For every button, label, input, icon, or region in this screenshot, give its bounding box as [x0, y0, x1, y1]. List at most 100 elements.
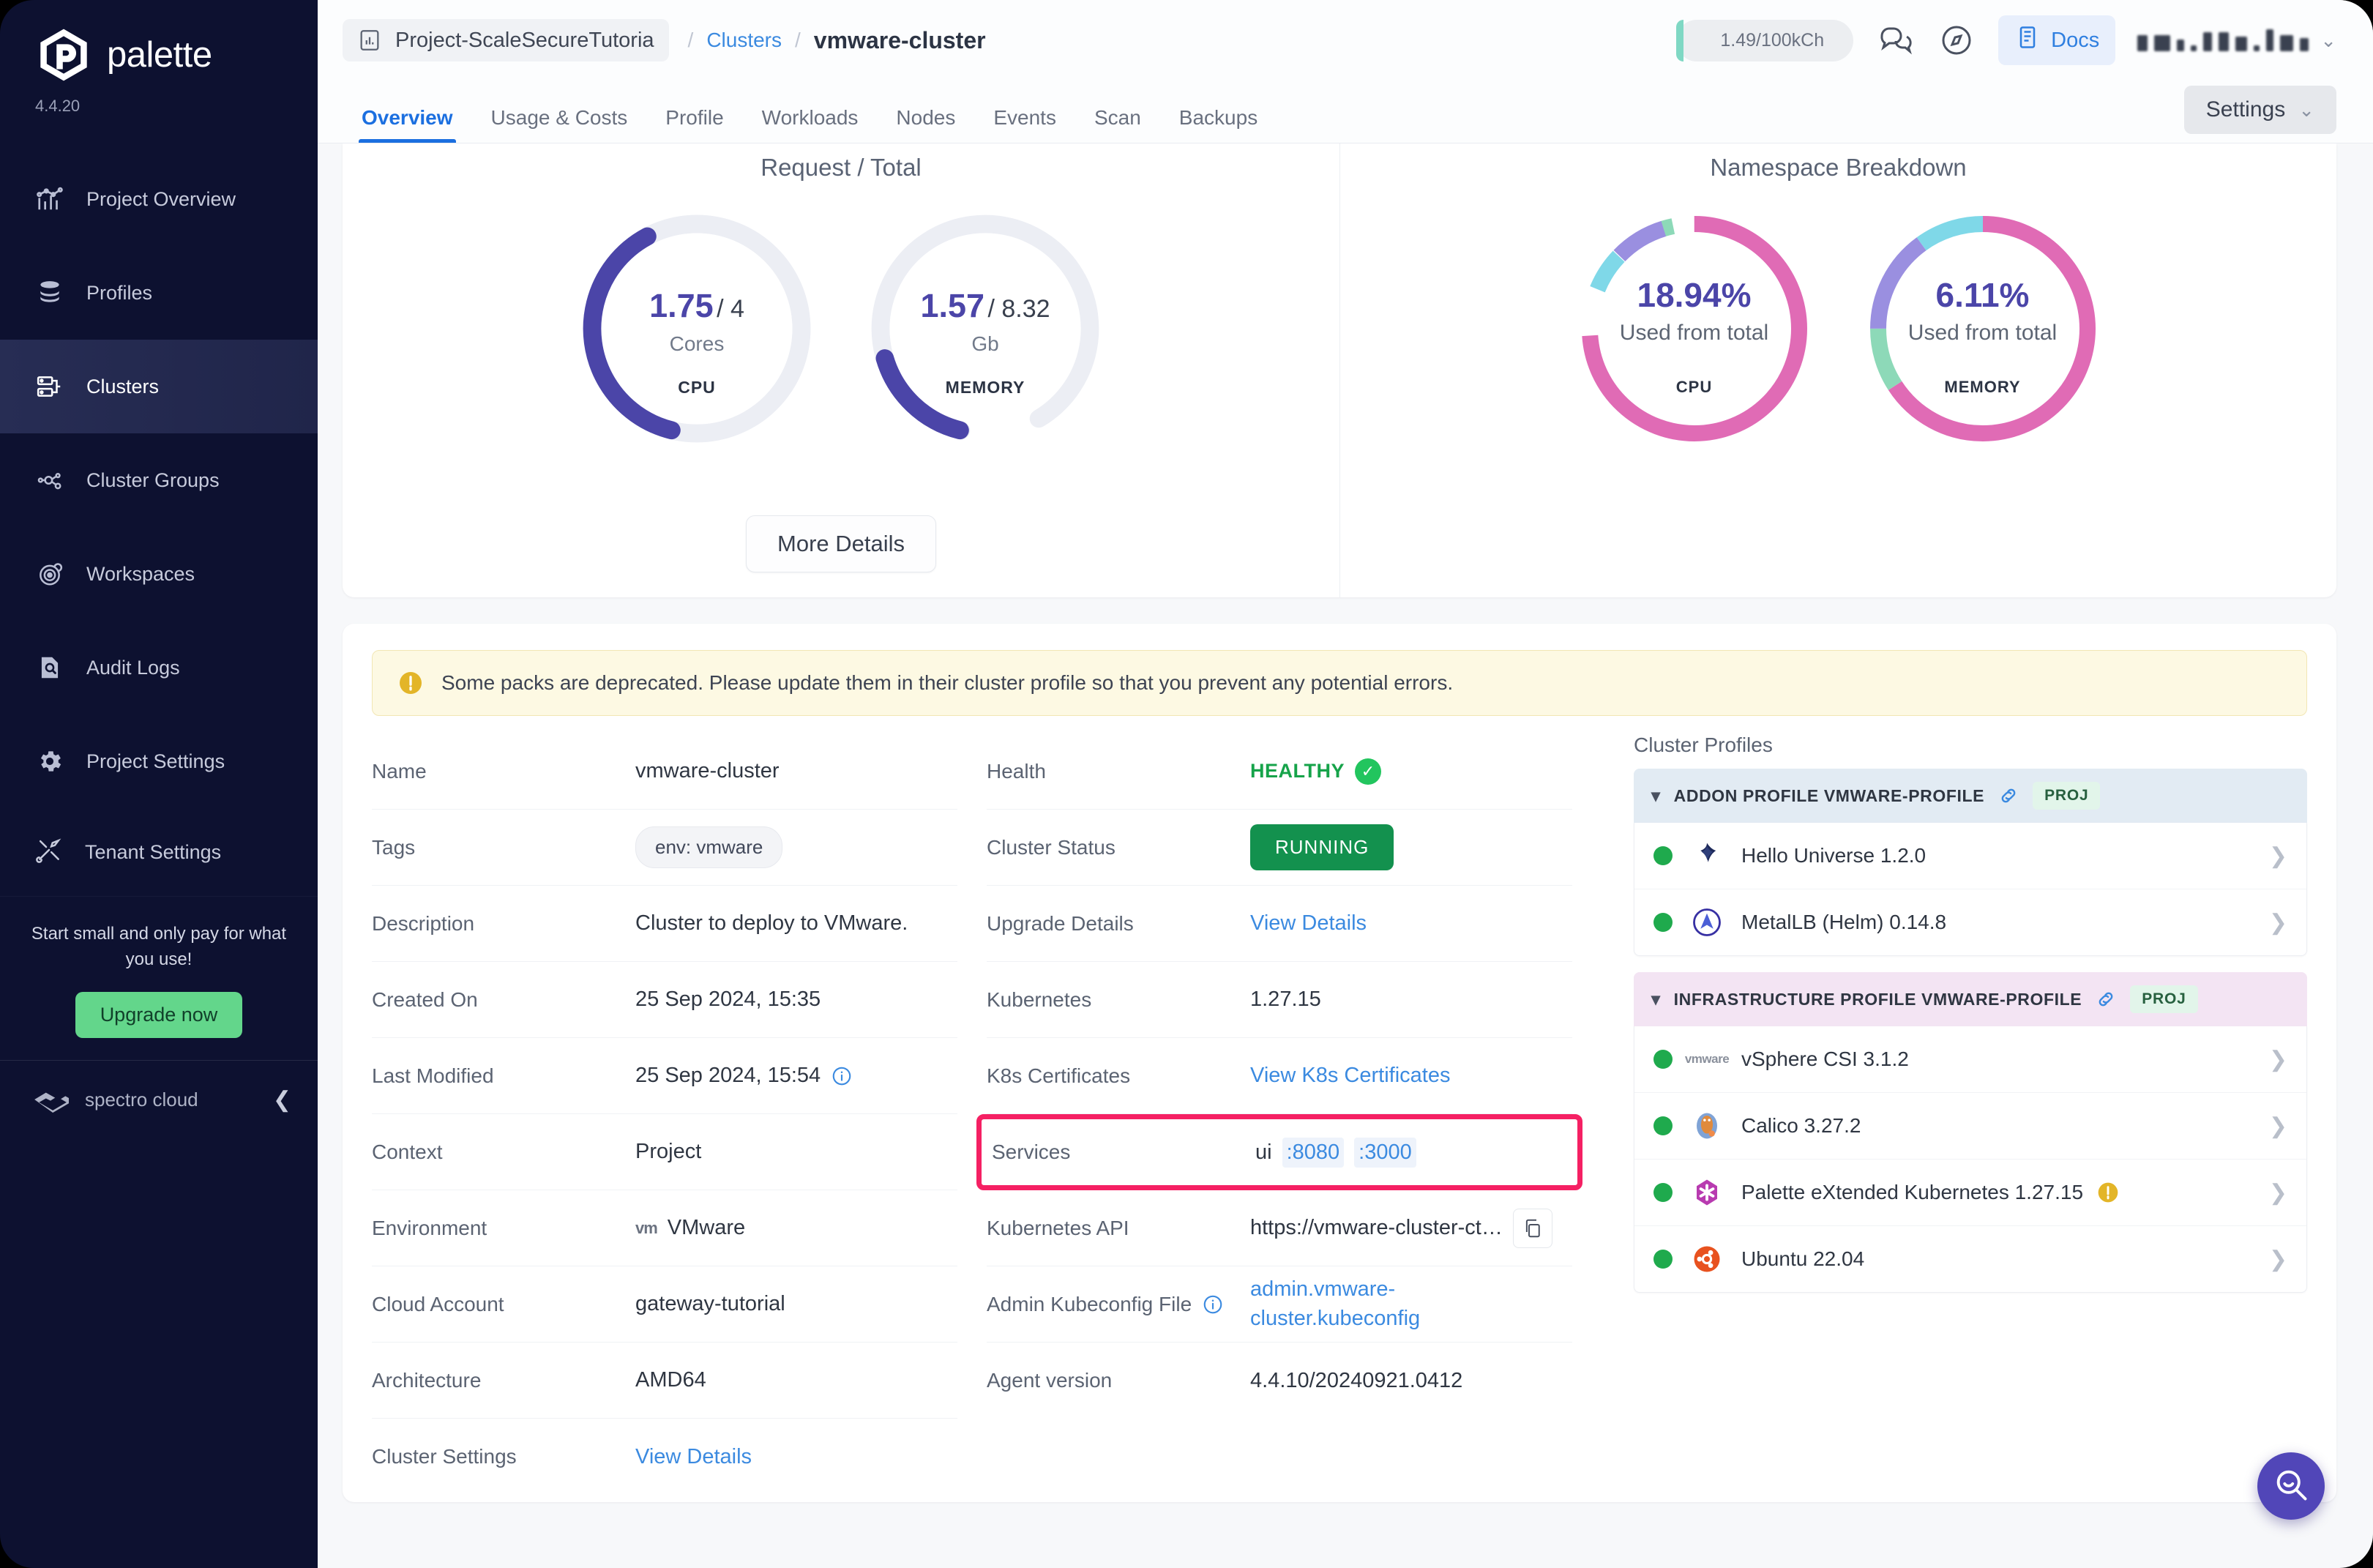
cluster-profile-group-header[interactable]: ▾ ADDON PROFILE VMWARE-PROFILE PROJ	[1634, 769, 2307, 823]
detail-row-admin-kubeconfig: Admin Kubeconfig File admin.vmware-clust…	[987, 1266, 1572, 1343]
brand-name: palette	[107, 34, 212, 75]
sidebar-item-project-overview[interactable]: Project Overview	[0, 152, 318, 246]
docs-button[interactable]: Docs	[1998, 15, 2115, 65]
cluster-profile-item[interactable]: MetalLB (Helm) 0.14.8 ❯	[1634, 889, 2306, 955]
cluster-profile-item[interactable]: Palette eXtended Kubernetes 1.27.15	[1634, 1160, 2306, 1226]
detail-key: Health	[987, 760, 1250, 783]
detail-value: 4.4.10/20240921.0412	[1250, 1369, 1462, 1393]
chevron-left-icon[interactable]: ❮	[273, 1087, 291, 1113]
cluster-profile-item[interactable]: Ubuntu 22.04 ❯	[1634, 1226, 2306, 1292]
cluster-profile-group-header[interactable]: ▾ INFRASTRUCTURE PROFILE VMWARE-PROFILE …	[1634, 972, 2307, 1026]
user-name-redacted	[2137, 29, 2309, 51]
upsell-text: Start small and only pay for what you us…	[29, 922, 288, 973]
donut-memory-value: 6.11%	[1862, 275, 2104, 315]
sidebar-item-project-settings[interactable]: Project Settings	[0, 714, 318, 808]
cluster-profile-item[interactable]: Calico 3.27.2 ❯	[1634, 1093, 2306, 1160]
view-k8s-certificates-link[interactable]: View K8s Certificates	[1250, 1064, 1450, 1088]
compass-icon[interactable]	[1937, 20, 1976, 60]
nodes-icon	[35, 466, 64, 495]
warning-text: Some packs are deprecated. Please update…	[441, 671, 1453, 695]
deprecation-warning-banner: Some packs are deprecated. Please update…	[372, 650, 2307, 716]
link-icon[interactable]	[1998, 785, 2019, 807]
brand-logo[interactable]: palette	[0, 0, 318, 83]
user-menu[interactable]: ⌄	[2137, 29, 2336, 52]
upgrade-now-button[interactable]: Upgrade now	[75, 992, 243, 1038]
tab-profile[interactable]: Profile	[646, 106, 742, 143]
donut-cpu-center: 18.94% Used from total CPU	[1574, 275, 1815, 397]
sidebar-item-audit-logs[interactable]: Audit Logs	[0, 621, 318, 714]
app-version: 4.4.20	[0, 83, 318, 116]
gauge-cpu-center: 1.75 / 4 Cores CPU	[576, 287, 818, 397]
cluster-details-card: Some packs are deprecated. Please update…	[343, 624, 2336, 1502]
top-bar: Project-ScaleSecureTutoria / Clusters / …	[318, 0, 2373, 81]
sidebar-item-profiles[interactable]: Profiles	[0, 246, 318, 340]
tab-overview[interactable]: Overview	[343, 106, 472, 143]
chevron-right-icon: ❯	[2269, 1047, 2287, 1072]
cluster-profile-group-title: ADDON PROFILE VMWARE-PROFILE	[1674, 786, 1984, 806]
breadcrumb-separator-2: /	[795, 29, 801, 52]
layers-icon	[35, 278, 64, 307]
detail-row-upgrade-details: Upgrade Details View Details	[987, 886, 1572, 962]
detail-row-environment: Environment vm VMware	[372, 1190, 957, 1266]
more-details-button[interactable]: More Details	[746, 515, 936, 572]
gauge-cpu-label: CPU	[576, 378, 818, 397]
cluster-profile-item[interactable]: vmware vSphere CSI 3.1.2 ❯	[1634, 1026, 2306, 1093]
sidebar: palette 4.4.20 Project Overview Profiles	[0, 0, 318, 1568]
cluster-profile-item-name: Hello Universe 1.2.0	[1741, 844, 2251, 867]
donut-cpu-label: CPU	[1574, 378, 1815, 397]
gauge-memory: 1.57 / 8.32 Gb MEMORY	[864, 208, 1106, 449]
service-port-8080[interactable]: :8080	[1282, 1138, 1345, 1168]
sidebar-item-cluster-groups[interactable]: Cluster Groups	[0, 433, 318, 527]
gauge-memory-center: 1.57 / 8.32 Gb MEMORY	[864, 287, 1106, 397]
tab-usage-costs[interactable]: Usage & Costs	[472, 106, 647, 143]
cluster-profile-item[interactable]: Hello Universe 1.2.0 ❯	[1634, 823, 2306, 889]
cluster-settings-view-details-link[interactable]: View Details	[635, 1445, 752, 1469]
upgrade-details-link[interactable]: View Details	[1250, 911, 1367, 936]
search-icon	[2272, 1466, 2310, 1507]
hello-universe-icon	[1690, 839, 1724, 873]
detail-columns: Name vmware-cluster Tags env: vmware Des…	[372, 733, 2307, 1495]
info-icon[interactable]	[831, 1065, 853, 1087]
sidebar-item-tenant-settings[interactable]: Tenant Settings	[0, 808, 318, 896]
copy-icon[interactable]	[1513, 1209, 1552, 1248]
sidebar-item-workspaces[interactable]: Workspaces	[0, 527, 318, 621]
status-dot	[1653, 913, 1673, 932]
tab-workloads[interactable]: Workloads	[743, 106, 878, 143]
detail-key: Architecture	[372, 1369, 635, 1392]
sidebar-item-label: Workspaces	[86, 563, 195, 586]
detail-value: 1.27.15	[1250, 988, 1321, 1012]
link-icon[interactable]	[2095, 988, 2117, 1010]
status-dot	[1653, 1116, 1673, 1135]
detail-row-agent-version: Agent version 4.4.10/20240921.0412	[987, 1343, 1572, 1419]
gauge-cpu: 1.75 / 4 Cores CPU	[576, 208, 818, 449]
settings-button[interactable]: Settings ⌄	[2184, 86, 2336, 134]
search-fab-button[interactable]	[2257, 1452, 2325, 1520]
tab-events[interactable]: Events	[974, 106, 1075, 143]
gauge-memory-label: MEMORY	[864, 378, 1106, 397]
tab-scan[interactable]: Scan	[1075, 106, 1160, 143]
sidebar-item-clusters[interactable]: Clusters	[0, 340, 318, 433]
tab-backups[interactable]: Backups	[1160, 106, 1277, 143]
content-scroll: Request / Total 1.75 / 4	[318, 143, 2373, 1568]
tab-nodes[interactable]: Nodes	[877, 106, 974, 143]
namespace-breakdown-title: Namespace Breakdown	[1340, 154, 2336, 182]
admin-kubeconfig-link[interactable]: admin.vmware-cluster.kubeconfig	[1250, 1275, 1470, 1332]
service-port-3000[interactable]: :3000	[1354, 1138, 1416, 1168]
tag-chip[interactable]: env: vmware	[635, 826, 782, 868]
cluster-profile-items: vmware vSphere CSI 3.1.2 ❯	[1634, 1026, 2307, 1293]
status-badge: RUNNING	[1250, 824, 1394, 870]
detail-value: Cluster to deploy to VMware.	[635, 911, 908, 936]
cluster-profile-item-name: Calico 3.27.2	[1741, 1114, 2251, 1138]
chevron-right-icon: ❯	[2269, 1113, 2287, 1139]
detail-key: Admin Kubeconfig File	[987, 1293, 1250, 1316]
info-icon[interactable]	[1202, 1293, 1224, 1315]
docs-label: Docs	[2051, 29, 2099, 53]
detail-row-kubernetes-api: Kubernetes API https://vmware-cluster-ct…	[987, 1190, 1572, 1266]
cost-badge[interactable]: 1.49/100kCh	[1676, 20, 1853, 61]
chat-icon[interactable]	[1875, 20, 1915, 60]
breadcrumb-clusters-link[interactable]: Clusters	[706, 29, 782, 52]
detail-value: 25 Sep 2024, 15:54	[635, 1064, 853, 1088]
chevron-down-icon: ▾	[1651, 785, 1661, 807]
upsell-panel: Start small and only pay for what you us…	[0, 896, 318, 1060]
project-selector[interactable]: Project-ScaleSecureTutoria	[343, 19, 669, 61]
